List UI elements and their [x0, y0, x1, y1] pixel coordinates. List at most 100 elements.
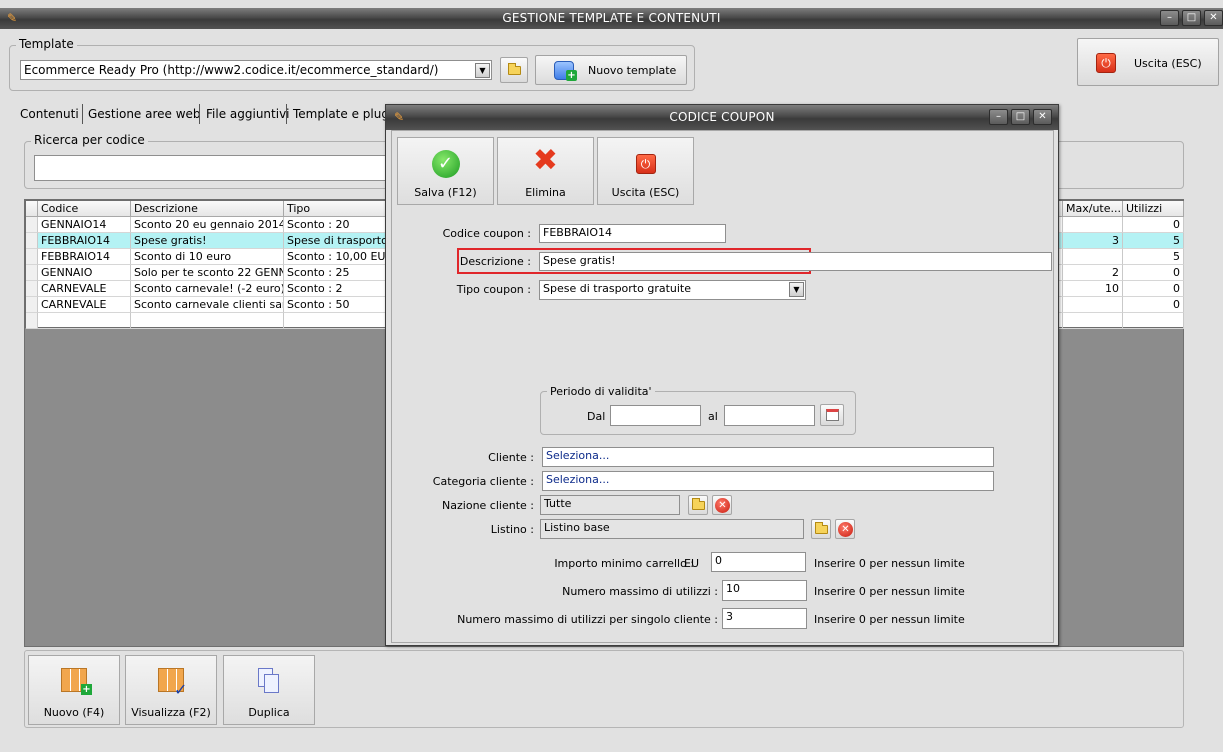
grid-cell-utilizzi[interactable]: 5	[1123, 249, 1184, 265]
grid-cell-utilizzi[interactable]: 0	[1123, 281, 1184, 297]
search-input[interactable]	[34, 155, 394, 181]
tab-gestione-aree-web[interactable]: Gestione aree web	[84, 103, 205, 125]
coupon-code-label: Codice coupon :	[442, 227, 531, 240]
price-list-folder-button[interactable]	[811, 519, 831, 539]
grid-cell-max-utenti[interactable]	[1063, 297, 1123, 313]
grid-cell-utilizzi[interactable]: 0	[1123, 217, 1184, 233]
coupon-type-label: Tipo coupon :	[456, 283, 531, 296]
max-uses-per-customer-input[interactable]: 3	[722, 608, 807, 629]
grid-cell-codice[interactable]	[38, 313, 131, 329]
view-button-label: Visualizza (F2)	[131, 706, 211, 719]
grid-cell-tipo[interactable]: Sconto : 20	[284, 217, 388, 233]
dialog-maximize-button[interactable]: □	[1011, 109, 1030, 125]
row-indicator[interactable]	[26, 233, 38, 249]
tab-template-plugin[interactable]: Template e plugi	[289, 103, 396, 125]
from-date-label: Dal	[587, 410, 606, 423]
grid-cell-codice[interactable]: GENNAIO14	[38, 217, 131, 233]
grid-cell-tipo[interactable]: Sconto : 25	[284, 265, 388, 281]
grid-header-utilizzi[interactable]: Utilizzi	[1123, 201, 1184, 217]
calendar-icon	[826, 409, 839, 421]
grid-cell-utilizzi[interactable]	[1123, 313, 1184, 329]
max-uses-per-customer-hint: Inserire 0 per nessun limite	[814, 613, 965, 626]
grid-cell-utilizzi[interactable]: 0	[1123, 265, 1184, 281]
grid-cell-codice[interactable]: FEBBRAIO14	[38, 249, 131, 265]
new-button[interactable]: + Nuovo (F4)	[28, 655, 120, 725]
view-button[interactable]: ✓ Visualizza (F2)	[125, 655, 217, 725]
grid-header-max-utenti[interactable]: Max/ute...	[1063, 201, 1123, 217]
max-uses-input[interactable]: 10	[722, 580, 807, 601]
grid-cell-descrizione[interactable]: Solo per te sconto 22 GENN...	[131, 265, 284, 281]
delete-button-label: Elimina	[525, 186, 566, 199]
grid-cell-tipo[interactable]: Spese di trasporto g	[284, 233, 388, 249]
grid-cell-max-utenti[interactable]: 3	[1063, 233, 1123, 249]
calendar-button[interactable]	[820, 404, 844, 426]
min-cart-currency: EU	[684, 557, 700, 570]
template-select[interactable]: Ecommerce Ready Pro (http://www2.codice.…	[20, 60, 492, 80]
row-indicator[interactable]	[26, 313, 38, 329]
dialog-exit-button[interactable]: ⏻ Uscita (ESC)	[597, 137, 694, 205]
grid-header-descrizione[interactable]: Descrizione	[131, 201, 284, 217]
main-close-button[interactable]: ✕	[1204, 10, 1223, 26]
dialog-title-bar: ✎ CODICE COUPON – □ ✕	[386, 105, 1058, 130]
row-indicator[interactable]	[26, 217, 38, 233]
save-button[interactable]: ✓ Salva (F12)	[397, 137, 494, 205]
tab-file-aggiuntivi[interactable]: File aggiuntivi	[202, 103, 294, 125]
row-indicator[interactable]	[26, 249, 38, 265]
price-list-input: Listino base	[540, 519, 804, 539]
grid-cell-max-utenti[interactable]: 10	[1063, 281, 1123, 297]
country-folder-button[interactable]	[688, 495, 708, 515]
checkmark-icon: ✓	[174, 680, 188, 699]
grid-header-tipo[interactable]: Tipo	[284, 201, 388, 217]
row-indicator[interactable]	[26, 265, 38, 281]
grid-cell-max-utenti[interactable]	[1063, 249, 1123, 265]
grid-cell-max-utenti[interactable]: 2	[1063, 265, 1123, 281]
close-icon: ✖	[532, 143, 559, 178]
customer-input[interactable]: Seleziona...	[542, 447, 994, 467]
customer-category-input[interactable]: Seleziona...	[542, 471, 994, 491]
grid-cell-codice[interactable]: CARNEVALE	[38, 297, 131, 313]
grid-cell-descrizione[interactable]: Spese gratis!	[131, 233, 284, 249]
grid-cell-codice[interactable]: CARNEVALE	[38, 281, 131, 297]
chevron-down-icon[interactable]: ▼	[789, 282, 804, 297]
chevron-down-icon[interactable]: ▼	[475, 63, 490, 78]
template-select-value: Ecommerce Ready Pro (http://www2.codice.…	[24, 63, 439, 77]
grid-cell-tipo[interactable]: Sconto : 2	[284, 281, 388, 297]
from-date-input[interactable]	[610, 405, 701, 426]
grid-header-codice[interactable]: Codice	[38, 201, 131, 217]
min-cart-amount-input[interactable]: 0	[711, 552, 806, 572]
row-indicator[interactable]	[26, 297, 38, 313]
delete-button[interactable]: ✖ Elimina	[497, 137, 594, 205]
grid-cell-tipo[interactable]	[284, 313, 388, 329]
new-template-button[interactable]: + Nuovo template	[535, 55, 687, 85]
grid-cell-descrizione[interactable]: Sconto carnevale! (-2 euro)	[131, 281, 284, 297]
grid-cell-descrizione[interactable]: Sconto carnevale clienti sam...	[131, 297, 284, 313]
grid-cell-codice[interactable]: FEBBRAIO14	[38, 233, 131, 249]
coupon-dialog: ✎ CODICE COUPON – □ ✕ ✓ Salva (F12) ✖ El…	[385, 104, 1059, 646]
row-indicator[interactable]	[26, 281, 38, 297]
description-input[interactable]: Spese gratis!	[539, 252, 1052, 271]
tab-contenuti[interactable]: Contenuti	[16, 103, 83, 125]
min-cart-amount-label: Importo minimo carrello :	[554, 557, 694, 570]
price-list-clear-button[interactable]: ✕	[835, 519, 855, 539]
coupon-type-select[interactable]: Spese di trasporto gratuite ▼	[539, 280, 806, 300]
to-date-input[interactable]	[724, 405, 815, 426]
grid-cell-utilizzi[interactable]: 0	[1123, 297, 1184, 313]
country-clear-button[interactable]: ✕	[712, 495, 732, 515]
main-minimize-button[interactable]: –	[1160, 10, 1179, 26]
duplicate-button[interactable]: Duplica	[223, 655, 315, 725]
grid-cell-max-utenti[interactable]	[1063, 313, 1123, 329]
main-exit-button[interactable]: ⏻ Uscita (ESC)	[1077, 38, 1219, 86]
grid-cell-descrizione[interactable]	[131, 313, 284, 329]
grid-cell-descrizione[interactable]: Sconto 20 eu gennaio 2014	[131, 217, 284, 233]
grid-cell-tipo[interactable]: Sconto : 50	[284, 297, 388, 313]
grid-cell-tipo[interactable]: Sconto : 10,00 EU	[284, 249, 388, 265]
coupon-code-input[interactable]: FEBBRAIO14	[539, 224, 726, 243]
grid-cell-codice[interactable]: GENNAIO	[38, 265, 131, 281]
dialog-minimize-button[interactable]: –	[989, 109, 1008, 125]
grid-cell-descrizione[interactable]: Sconto di 10 euro	[131, 249, 284, 265]
main-maximize-button[interactable]: □	[1182, 10, 1201, 26]
grid-cell-utilizzi[interactable]: 5	[1123, 233, 1184, 249]
template-folder-button[interactable]	[500, 57, 528, 83]
grid-cell-max-utenti[interactable]	[1063, 217, 1123, 233]
dialog-close-button[interactable]: ✕	[1033, 109, 1052, 125]
